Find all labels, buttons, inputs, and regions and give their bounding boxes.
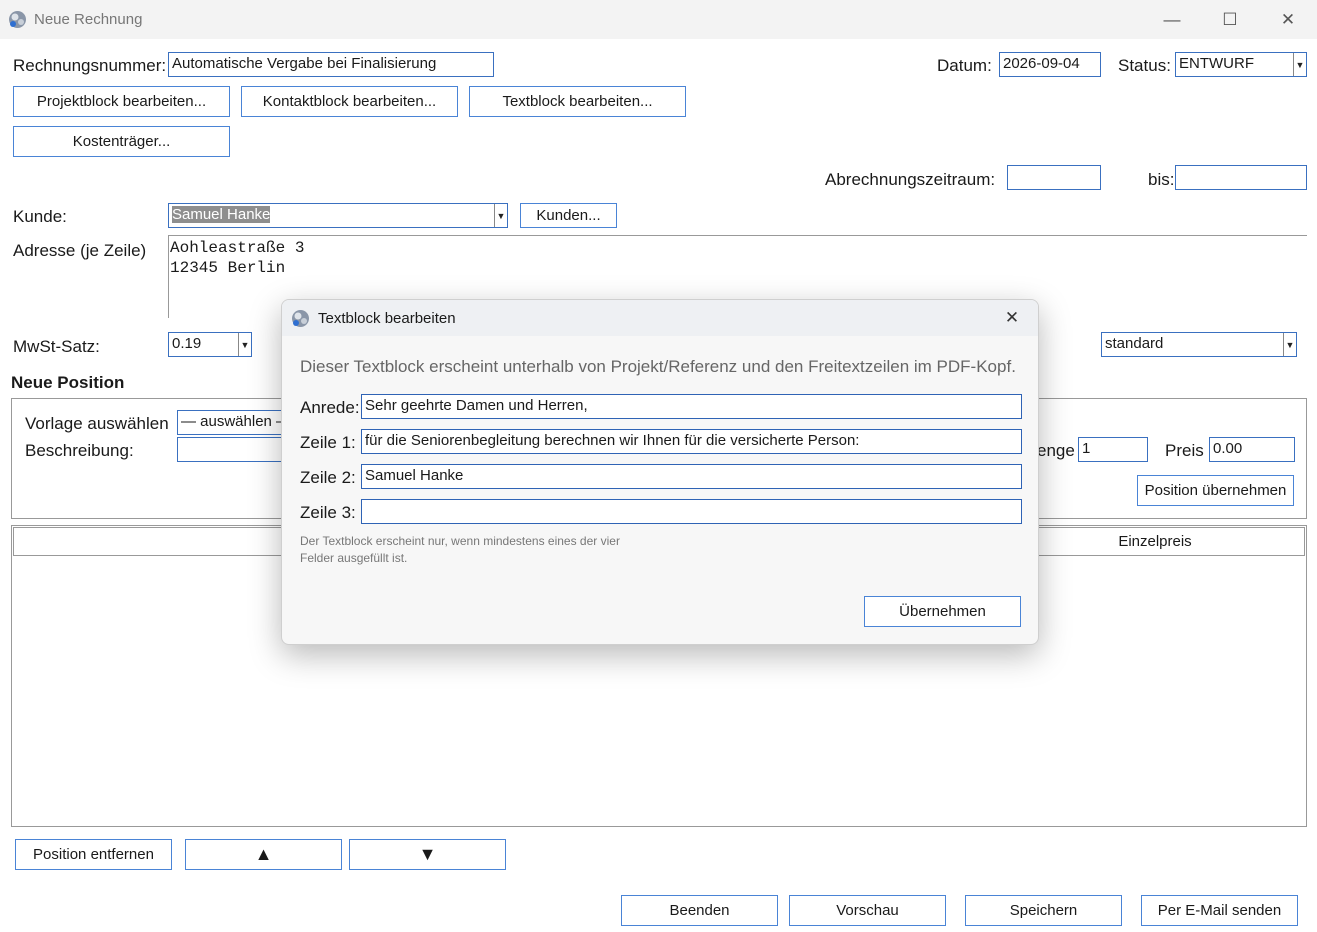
period-from-field[interactable] — [1007, 165, 1101, 190]
rechnungsnummer-field[interactable]: Automatische Vergabe bei Finalisierung — [168, 52, 494, 77]
zeile2-field[interactable]: Samuel Hanke — [361, 464, 1022, 489]
hint-line-2: Felder ausgefüllt ist. — [300, 551, 408, 565]
move-up-button[interactable]: ▲ — [185, 839, 342, 870]
abrechnungszeitraum-label: Abrechnungszeitraum: — [825, 170, 996, 189]
menge-field[interactable]: 1 — [1078, 437, 1148, 462]
window-title: Neue Rechnung — [34, 11, 143, 28]
maximize-icon[interactable]: ☐ — [1215, 8, 1245, 32]
arrow-down-icon: ▼ — [418, 844, 437, 864]
anrede-field[interactable]: Sehr geehrte Damen und Herren, — [361, 394, 1022, 419]
anrede-label: Anrede: — [300, 398, 360, 417]
status-value: ENTWURF — [1179, 55, 1254, 72]
beschreibung-label: Beschreibung: — [25, 441, 134, 460]
template-select[interactable]: standard ▼ — [1101, 332, 1297, 357]
address-field[interactable]: Aohleastraße 3 12345 Berlin — [170, 238, 304, 278]
preis-field[interactable]: 0.00 — [1209, 437, 1295, 462]
kunden-button[interactable]: Kunden... — [520, 203, 617, 228]
rechnungsnummer-label: Rechnungsnummer: — [13, 56, 167, 75]
kunde-label: Kunde: — [13, 207, 67, 226]
position-uebernehmen-button[interactable]: Position übernehmen — [1137, 475, 1294, 506]
column-header-einzelpreis[interactable]: Einzelpreis — [1004, 527, 1305, 556]
address-line-2: 12345 Berlin — [170, 259, 286, 277]
neue-position-heading: Neue Position — [11, 373, 125, 392]
chevron-down-icon: ▼ — [238, 333, 251, 356]
status-label: Status: — [1118, 56, 1171, 75]
datum-field[interactable]: 2026-09-04 — [999, 52, 1101, 77]
close-window-icon[interactable]: ✕ — [1273, 8, 1303, 32]
chevron-down-icon: ▼ — [1283, 333, 1296, 356]
zeile3-field[interactable] — [361, 499, 1022, 524]
move-down-button[interactable]: ▼ — [349, 839, 506, 870]
kostentraeger-button[interactable]: Kostenträger... — [13, 126, 230, 157]
dialog-hint: Der Textblock erscheint nur, wenn mindes… — [300, 533, 620, 567]
datum-label: Datum: — [937, 56, 992, 75]
zeile1-label: Zeile 1: — [300, 433, 356, 452]
zeile1-field[interactable]: für die Seniorenbegleitung berechnen wir… — [361, 429, 1022, 454]
vorlage-label: Vorlage auswählen — [25, 414, 169, 433]
kunde-value: Samuel Hanke — [172, 206, 271, 223]
zeile3-label: Zeile 3: — [300, 503, 356, 522]
email-senden-button[interactable]: Per E-Mail senden — [1141, 895, 1298, 926]
status-select[interactable]: ENTWURF ▼ — [1175, 52, 1307, 77]
period-to-label: bis: — [1148, 170, 1175, 189]
zeile2-label: Zeile 2: — [300, 468, 356, 487]
preis-label: Preis — [1165, 441, 1204, 460]
dialog-close-icon[interactable]: ✕ — [998, 306, 1026, 330]
hint-line-1: Der Textblock erscheint nur, wenn mindes… — [300, 534, 620, 548]
projektblock-button[interactable]: Projektblock bearbeiten... — [13, 86, 230, 117]
kontaktblock-button[interactable]: Kontaktblock bearbeiten... — [241, 86, 458, 117]
uebernehmen-button[interactable]: Übernehmen — [864, 596, 1021, 627]
beenden-button[interactable]: Beenden — [621, 895, 778, 926]
app-logo-icon — [8, 10, 27, 29]
menge-label: enge — [1037, 441, 1075, 460]
chevron-down-icon: ▼ — [494, 204, 507, 227]
divider — [168, 235, 1307, 236]
dialog-title: Textblock bearbeiten — [318, 310, 456, 327]
minimize-icon[interactable]: — — [1157, 8, 1187, 32]
vorschau-button[interactable]: Vorschau — [789, 895, 946, 926]
beschreibung-field[interactable] — [177, 437, 287, 462]
arrow-up-icon: ▲ — [254, 844, 273, 864]
mwst-select[interactable]: 0.19 ▼ — [168, 332, 252, 357]
mwst-label: MwSt-Satz: — [13, 337, 100, 356]
adresse-label: Adresse (je Zeile) — [13, 241, 147, 260]
dialog-description: Dieser Textblock erscheint unterhalb von… — [300, 357, 1016, 376]
title-bar — [0, 0, 1317, 39]
address-field-border — [168, 236, 169, 318]
app-logo-icon — [291, 309, 310, 328]
kunde-select[interactable]: Samuel Hanke ▼ — [168, 203, 508, 228]
textblock-dialog: Textblock bearbeiten ✕ Dieser Textblock … — [281, 299, 1039, 645]
mwst-value: 0.19 — [172, 335, 202, 352]
template-value: standard — [1105, 335, 1164, 352]
period-to-field[interactable] — [1175, 165, 1307, 190]
textblock-button[interactable]: Textblock bearbeiten... — [469, 86, 686, 117]
chevron-down-icon: ▼ — [1293, 53, 1306, 76]
vorlage-select[interactable]: — auswählen — — [177, 410, 287, 435]
speichern-button[interactable]: Speichern — [965, 895, 1122, 926]
address-line-1: Aohleastraße 3 — [170, 239, 305, 257]
position-entfernen-button[interactable]: Position entfernen — [15, 839, 172, 870]
